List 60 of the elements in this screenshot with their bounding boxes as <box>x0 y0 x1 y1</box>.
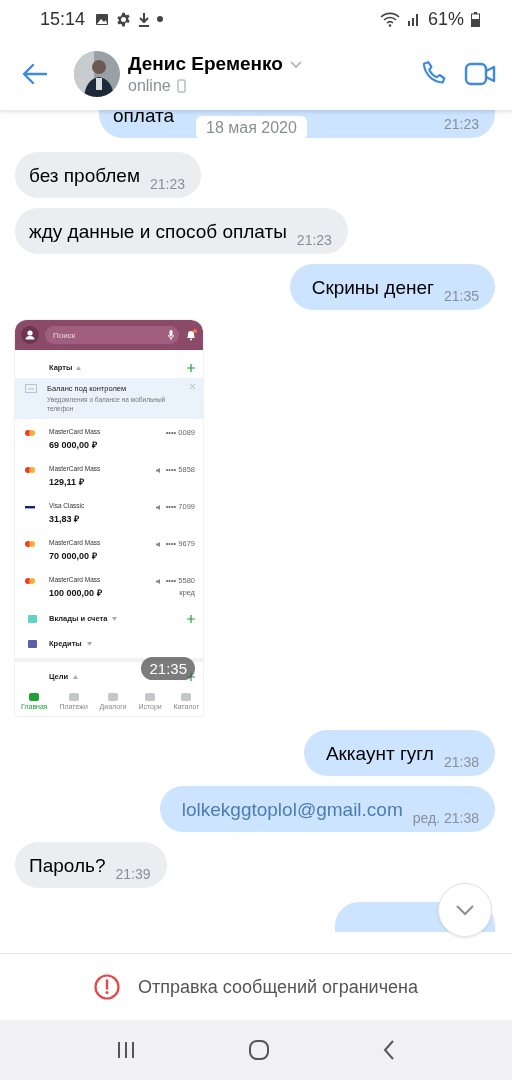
video-call-icon[interactable] <box>464 61 496 87</box>
message-text: оплата <box>113 110 175 128</box>
restriction-text: Отправка сообщений ограничена <box>138 976 418 998</box>
recent-apps-icon[interactable] <box>116 1040 136 1060</box>
battery-icon <box>471 11 480 27</box>
tab-icon <box>145 693 156 701</box>
card-balance: 129,11 ₽ <box>49 476 85 488</box>
status-time: 15:14 <box>40 8 86 30</box>
image-icon <box>95 12 110 26</box>
gear-icon <box>116 11 132 27</box>
mastercard-icon <box>25 541 35 547</box>
message-time: 21:35 <box>141 657 195 680</box>
tab-icon <box>108 693 119 701</box>
profile-icon <box>21 326 39 344</box>
home-icon[interactable] <box>248 1039 270 1061</box>
message-text: Скрины денег <box>311 276 434 300</box>
caret-up-icon <box>76 365 82 370</box>
microphone-icon <box>168 330 174 340</box>
tab-icon <box>181 693 192 701</box>
message-time: ред. 21:38 <box>412 810 479 826</box>
wifi-icon <box>379 11 400 27</box>
mastercard-icon <box>25 467 35 473</box>
dot-icon <box>157 16 164 22</box>
presence-status: online <box>128 77 171 95</box>
message-text: без проблем <box>29 164 140 188</box>
search-field[interactable]: Поиск <box>45 326 179 344</box>
date-chip: 18 мая 2020 <box>196 116 307 140</box>
back-nav-icon[interactable] <box>382 1039 396 1061</box>
message-time: 21:23 <box>443 116 479 132</box>
close-icon[interactable] <box>190 384 195 389</box>
card-balance: 70 000,00 ₽ <box>49 550 98 562</box>
plus-icon[interactable] <box>187 614 195 623</box>
message-text: жду данные и способ оплаты <box>29 220 287 244</box>
mastercard-icon <box>25 578 35 584</box>
card-balance: 69 000,00 ₽ <box>49 439 98 451</box>
tab-icon <box>29 693 40 701</box>
phone-device-icon <box>176 79 186 93</box>
card-balance: 100 000,00 ₽ <box>49 587 103 599</box>
battery-percent: 61% <box>427 8 464 30</box>
message-text: Пароль? <box>29 854 106 878</box>
warning-icon <box>94 974 120 1000</box>
contact-name[interactable]: Денис Еременко <box>128 53 283 75</box>
message-time: 21:39 <box>115 866 151 882</box>
chevron-down-icon <box>455 904 475 916</box>
message-time: 21:38 <box>443 754 479 770</box>
card-balance: 31,83 ₽ <box>49 513 81 525</box>
visa-icon <box>25 504 35 510</box>
tab-icon <box>68 693 79 701</box>
chevron-down-icon[interactable] <box>288 59 303 69</box>
plus-icon[interactable] <box>187 363 195 372</box>
message-time: 21:23 <box>296 232 332 248</box>
bell-icon[interactable] <box>185 329 197 341</box>
message-icon <box>25 384 37 393</box>
message-time: 21:35 <box>443 288 479 304</box>
message-time: 21:23 <box>150 176 186 192</box>
download-icon <box>138 11 151 27</box>
signal-icon <box>406 12 421 26</box>
message-text: Аккаунт гугл <box>325 742 434 766</box>
back-icon[interactable] <box>22 63 48 85</box>
mastercard-icon <box>25 430 35 436</box>
